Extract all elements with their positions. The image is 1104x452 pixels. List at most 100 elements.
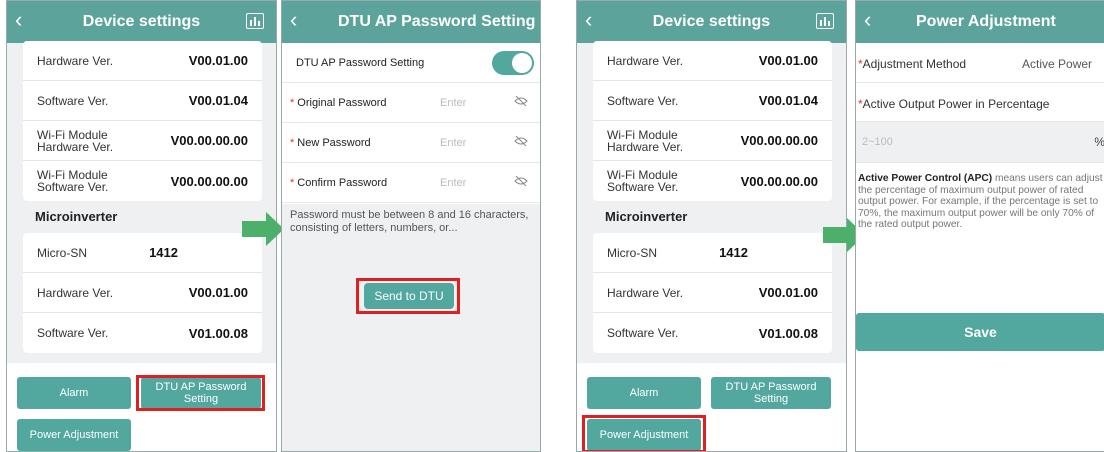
field-placeholder: Enter: [440, 96, 467, 109]
power-adjustment-screen: ‹ Power Adjustment *Adjustment Method Ac…: [855, 0, 1104, 452]
eye-off-icon[interactable]: [514, 96, 528, 106]
info-label: Wi-Fi Module Hardware Ver.: [37, 127, 114, 154]
new-password-field[interactable]: * New Password Enter: [282, 123, 540, 163]
info-row: Wi-Fi Module Hardware Ver. V00.00.00.00: [593, 121, 832, 161]
info-label: Hardware Ver.: [37, 53, 114, 68]
info-row: Wi-Fi Module Hardware Ver. V00.00.00.00: [23, 121, 262, 161]
page-title: Power Adjustment: [916, 13, 1056, 30]
field-label: Confirm Password: [297, 176, 388, 189]
alarm-button[interactable]: Alarm: [587, 377, 701, 409]
chart-icon[interactable]: [246, 13, 264, 29]
unit-label: %: [1094, 135, 1104, 149]
back-chevron-icon[interactable]: ‹: [15, 7, 22, 33]
info-value: 1412: [149, 245, 178, 260]
method-value: Active Power: [1022, 57, 1093, 71]
info-label: Software Ver.: [37, 326, 109, 340]
info-value: V00.01.00: [758, 285, 818, 300]
dtu-info-card: Hardware Ver. V00.01.00 Software Ver. V00.…: [23, 41, 262, 201]
field-placeholder: Enter: [440, 176, 467, 189]
header: ‹ Power Adjustment: [856, 1, 1104, 43]
info-label: Hardware Ver.: [607, 285, 684, 300]
power-adjustment-button[interactable]: Power Adjustment: [17, 419, 131, 451]
eye-off-icon[interactable]: [514, 136, 528, 146]
info-label: Micro-SN: [607, 245, 657, 260]
content-area: Password must be between 8 and 16 charac…: [282, 204, 540, 451]
header: ‹ Device settings: [577, 1, 846, 43]
page-title: Device settings: [82, 13, 201, 30]
input-placeholder: 2~100: [862, 136, 893, 148]
ap-password-toggle[interactable]: [492, 51, 534, 75]
arrow-right-icon: [242, 212, 284, 246]
info-value: V00.00.00.00: [170, 133, 248, 148]
toggle-row: DTU AP Password Setting: [282, 43, 540, 83]
header: ‹ Device settings: [7, 1, 276, 43]
dtu-ap-password-button[interactable]: DTU AP Password Setting: [711, 377, 831, 409]
info-value: V00.01.04: [758, 93, 818, 108]
eye-off-icon[interactable]: [514, 176, 528, 186]
back-chevron-icon[interactable]: ‹: [290, 7, 297, 33]
info-label: Wi-Fi Module Software Ver.: [37, 168, 109, 194]
page-title: Device settings: [652, 13, 771, 30]
info-value: V00.00.00.00: [740, 133, 818, 148]
micro-info-card: Micro-SN 1412 Hardware Ver. V00.01.00 Soft…: [23, 233, 262, 353]
info-row: Wi-Fi Module Software Ver. V00.00.00.00: [593, 161, 832, 201]
button-area: Alarm DTU AP Password Setting Power Adju…: [7, 363, 276, 451]
info-value: V00.01.00: [188, 285, 248, 300]
password-hint: Password must be between 8 and 16 charac…: [290, 209, 529, 234]
micro-info-card: Micro-SN 1412 Hardware Ver. V00.01.00 Soft…: [593, 233, 832, 353]
info-label: Micro-SN: [37, 245, 87, 260]
info-label: Software Ver.: [37, 93, 109, 108]
chart-icon[interactable]: [816, 13, 834, 29]
info-value: 1412: [719, 245, 748, 260]
info-row: Software Ver. V01.00.08: [593, 313, 832, 353]
info-value: V00.01.00: [188, 53, 248, 68]
section-title: Microinverter: [605, 209, 688, 224]
save-button[interactable]: Save: [856, 313, 1104, 351]
dtu-info-card: Hardware Ver. V00.01.00 Software Ver. V00.…: [593, 41, 832, 201]
info-label: Software Ver.: [607, 93, 679, 108]
field-label: New Password: [297, 136, 371, 149]
info-label: Hardware Ver.: [37, 285, 114, 300]
confirm-password-field[interactable]: * Confirm Password Enter: [282, 163, 540, 203]
device-settings-screen-1: ‹ Device settings Hardware Ver. V00.01.00…: [6, 0, 277, 452]
info-row: Micro-SN 1412: [593, 233, 832, 273]
info-value: V01.00.08: [758, 325, 818, 341]
back-chevron-icon[interactable]: ‹: [864, 7, 871, 33]
field-label: Original Password: [297, 96, 387, 109]
info-value: V00.00.00.00: [740, 173, 818, 189]
info-label: Wi-Fi Module Software Ver.: [607, 168, 679, 194]
info-row: Software Ver. V00.01.04: [23, 81, 262, 121]
highlight-box: [582, 415, 706, 451]
method-label: *Adjustment Method: [858, 57, 967, 71]
info-label: Hardware Ver.: [607, 53, 684, 68]
adjustment-method-row[interactable]: *Adjustment Method Active Power: [856, 43, 1104, 83]
header: ‹ DTU AP Password Setting: [282, 1, 540, 43]
dtu-ap-password-screen: ‹ DTU AP Password Setting DTU AP Passwor…: [281, 0, 541, 452]
info-value: V01.00.08: [188, 325, 248, 341]
apc-description: Active Power Control (APC) means users c…: [858, 173, 1103, 231]
toggle-label: DTU AP Password Setting: [296, 56, 425, 69]
info-row: Micro-SN 1412: [23, 233, 262, 273]
info-row: Hardware Ver. V00.01.00: [23, 41, 262, 81]
info-row: Software Ver. V01.00.08: [23, 313, 262, 353]
output-percentage-input[interactable]: 2~100 %: [856, 121, 1104, 163]
info-value: V00.00.00.00: [170, 173, 248, 189]
section-title: Microinverter: [35, 209, 118, 224]
page-title: DTU AP Password Setting: [338, 13, 536, 30]
field-placeholder: Enter: [440, 136, 467, 149]
alarm-button[interactable]: Alarm: [17, 377, 131, 409]
highlight-box: [356, 278, 460, 314]
output-power-label: *Active Output Power in Percentage: [858, 97, 1050, 111]
info-row: Software Ver. V00.01.04: [593, 81, 832, 121]
device-settings-screen-2: ‹ Device settings Hardware Ver. V00.01.00…: [576, 0, 847, 452]
info-label: Software Ver.: [607, 326, 679, 340]
button-area: Alarm DTU AP Password Setting Power Adju…: [577, 363, 846, 451]
info-row: Hardware Ver. V00.01.00: [593, 41, 832, 81]
info-row: Wi-Fi Module Software Ver. V00.00.00.00: [23, 161, 262, 201]
info-value: V00.01.00: [758, 53, 818, 68]
highlight-box: [136, 375, 265, 411]
info-row: Hardware Ver. V00.01.00: [593, 273, 832, 313]
original-password-field[interactable]: * Original Password Enter: [282, 83, 540, 123]
back-chevron-icon[interactable]: ‹: [585, 7, 592, 33]
info-row: Hardware Ver. V00.01.00: [23, 273, 262, 313]
